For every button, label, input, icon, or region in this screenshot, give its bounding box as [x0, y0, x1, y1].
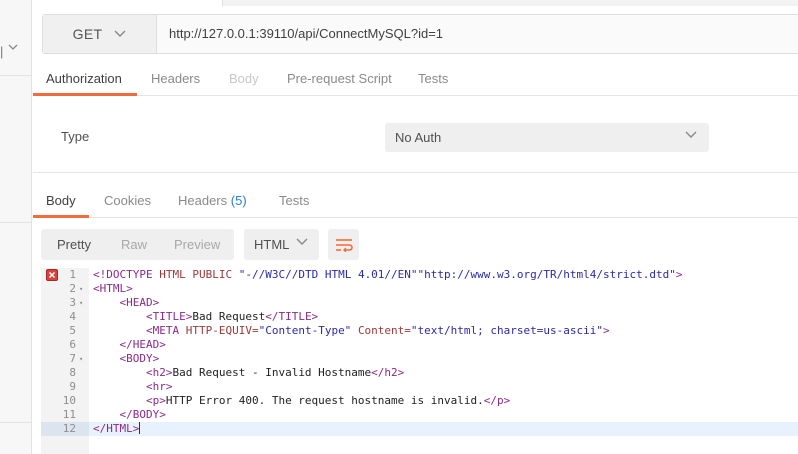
response-tabs: Body Cookies Headers (5) Tests: [33, 184, 798, 218]
code-line: 4 <TITLE>Bad Request</TITLE>: [41, 310, 798, 324]
line-number-cell: 5: [41, 324, 89, 338]
headers-count-badge: (5): [230, 193, 247, 208]
tab-response-tests[interactable]: Tests: [279, 193, 309, 208]
line-number-cell: 8: [41, 366, 89, 380]
main-panel: GET http://127.0.0.1:39110/api/ConnectMy…: [33, 0, 798, 454]
tab-cookies[interactable]: Cookies: [104, 193, 151, 208]
code-line: 12 </HTML>: [41, 422, 798, 436]
line-number: 7: [69, 352, 76, 365]
tab-pre-request-script[interactable]: Pre-request Script: [287, 71, 392, 86]
code-text: <hr>: [145, 380, 173, 393]
line-number-cell: 11: [41, 408, 89, 422]
line-number: 9: [69, 380, 76, 393]
code-text: <p>HTTP Error 400. The request hostname …: [145, 394, 511, 407]
wrap-lines-button[interactable]: [328, 229, 359, 260]
code-text: <HTML>: [93, 282, 133, 295]
line-number-cell: 10: [41, 394, 89, 408]
code-text: <BODY>: [119, 352, 160, 365]
line-number: 12: [62, 422, 76, 435]
code-line: 2 ▾ <HTML>: [41, 282, 798, 296]
active-tab-indicator: [33, 93, 137, 96]
chevron-down-icon: [296, 238, 308, 245]
tab-response-headers-label: Headers: [178, 193, 228, 208]
view-pretty-button[interactable]: Pretty: [57, 237, 91, 252]
chevron-down-icon[interactable]: [8, 42, 18, 52]
section-divider: [33, 172, 798, 173]
code-line: 9 <hr>: [41, 380, 798, 394]
tab-authorization[interactable]: Authorization: [46, 71, 122, 86]
view-mode-group: Pretty Raw Preview: [41, 229, 234, 260]
line-number-cell: 1: [41, 268, 89, 282]
code-text: <HEAD>: [119, 296, 160, 309]
code-line: 11 </BODY>: [41, 408, 798, 422]
sidebar: |: [0, 0, 32, 454]
line-number-cell: 6: [41, 338, 89, 352]
tab-body[interactable]: Body: [229, 71, 259, 86]
chevron-down-icon: [685, 131, 697, 138]
url-input[interactable]: http://127.0.0.1:39110/api/ConnectMySQL?…: [169, 15, 443, 53]
tab-headers[interactable]: Headers: [151, 71, 200, 86]
line-number: 3: [69, 296, 76, 309]
line-number-cell: 3 ▾: [41, 296, 89, 310]
sidebar-divider: [0, 222, 32, 223]
method-select[interactable]: GET: [43, 15, 157, 53]
wrap-lines-icon: [335, 238, 353, 252]
request-tabs: Authorization Headers Body Pre-request S…: [33, 62, 798, 96]
tab-tests[interactable]: Tests: [418, 71, 448, 86]
code-text: <h2>Bad Request - Invalid Hostname</h2>: [145, 366, 405, 379]
line-number: 1: [69, 268, 76, 281]
fold-arrow-icon[interactable]: ▾: [79, 352, 83, 366]
code-line: 1 <!DOCTYPE HTML PUBLIC "-//W3C//DTD HTML…: [41, 268, 798, 282]
code-line: 7 ▾ <BODY>: [41, 352, 798, 366]
sidebar-divider: [0, 75, 32, 76]
code-line: 10 <p>HTTP Error 400. The request hostna…: [41, 394, 798, 408]
sidebar-divider: [0, 422, 32, 423]
url-bar: GET http://127.0.0.1:39110/api/ConnectMy…: [42, 14, 798, 54]
language-select[interactable]: HTML: [244, 229, 319, 260]
line-number-cell: 9: [41, 380, 89, 394]
sidebar-fragment: |: [0, 44, 4, 59]
code-text: </BODY>: [119, 408, 166, 421]
code-line: 8 <h2>Bad Request - Invalid Hostname</h2…: [41, 366, 798, 380]
tab-response-body[interactable]: Body: [46, 193, 76, 208]
fold-arrow-icon[interactable]: ▾: [79, 296, 83, 310]
request-tab[interactable]: [33, 0, 223, 6]
code-text: </HTML>: [93, 422, 141, 435]
line-number: 2: [69, 282, 76, 295]
language-value: HTML: [254, 237, 290, 252]
line-number-cell: 12: [41, 422, 89, 436]
line-number: 6: [69, 338, 76, 351]
auth-type-label: Type: [61, 129, 90, 144]
response-code-editor[interactable]: 1 <!DOCTYPE HTML PUBLIC "-//W3C//DTD HTML…: [41, 268, 798, 454]
code-line: 6 </HEAD>: [41, 338, 798, 352]
code-line: 3 ▾ <HEAD>: [41, 296, 798, 310]
code-text: <TITLE>Bad Request</TITLE>: [145, 310, 319, 323]
line-number: 10: [62, 394, 76, 407]
chevron-down-icon: [114, 30, 126, 37]
code-line: 5 <META HTTP-EQUIV="Content-Type" Conten…: [41, 324, 798, 338]
line-number: 4: [69, 310, 76, 323]
view-preview-button[interactable]: Preview: [174, 237, 220, 252]
request-tab-strip: [33, 0, 798, 6]
line-number-cell: 7 ▾: [41, 352, 89, 366]
text-cursor: [139, 422, 141, 434]
auth-type-select[interactable]: No Auth: [385, 123, 709, 152]
line-number: 11: [62, 408, 76, 421]
line-number-cell: 2 ▾: [41, 282, 89, 296]
line-number-cell: 4: [41, 310, 89, 324]
code-text: <META HTTP-EQUIV="Content-Type" Content=…: [145, 324, 610, 337]
active-tab-indicator: [33, 215, 89, 218]
line-number: 8: [69, 366, 76, 379]
tab-response-headers[interactable]: Headers (5): [178, 193, 247, 208]
line-number: 5: [69, 324, 76, 337]
auth-type-value: No Auth: [395, 130, 442, 145]
method-label: GET: [72, 26, 103, 42]
code-text: </HEAD>: [119, 338, 166, 351]
fold-arrow-icon[interactable]: ▾: [79, 282, 83, 296]
view-raw-button[interactable]: Raw: [121, 237, 147, 252]
code-text: <!DOCTYPE HTML PUBLIC "-//W3C//DTD HTML …: [93, 268, 683, 281]
